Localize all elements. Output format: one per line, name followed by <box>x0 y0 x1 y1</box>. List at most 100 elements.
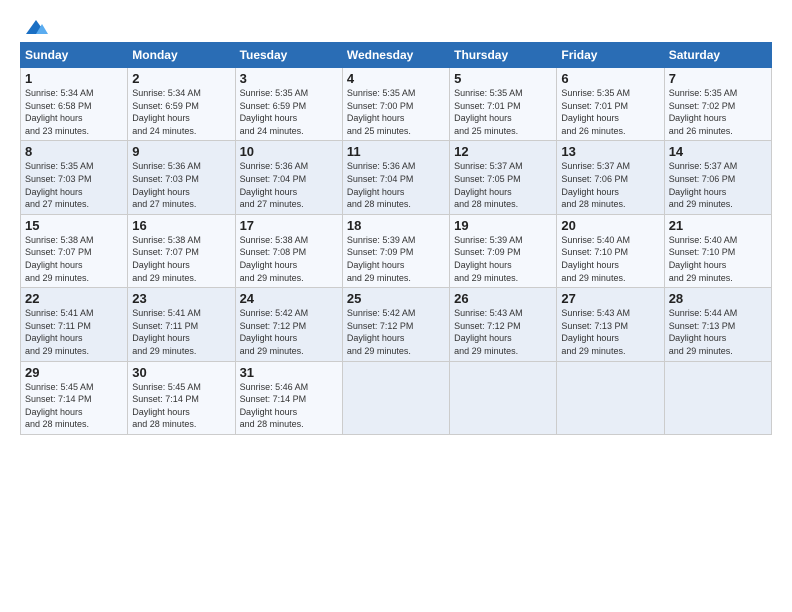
day-number: 11 <box>347 144 445 159</box>
logo-icon <box>22 16 50 38</box>
day-info: Sunrise: 5:43 AMSunset: 7:13 PMDaylight … <box>561 308 630 356</box>
day-info: Sunrise: 5:37 AMSunset: 7:05 PMDaylight … <box>454 161 523 209</box>
day-cell: 18 Sunrise: 5:39 AMSunset: 7:09 PMDaylig… <box>342 214 449 287</box>
day-number: 23 <box>132 291 230 306</box>
day-info: Sunrise: 5:35 AMSunset: 6:59 PMDaylight … <box>240 88 309 136</box>
page: SundayMondayTuesdayWednesdayThursdayFrid… <box>0 0 792 612</box>
day-cell: 11 Sunrise: 5:36 AMSunset: 7:04 PMDaylig… <box>342 141 449 214</box>
day-info: Sunrise: 5:41 AMSunset: 7:11 PMDaylight … <box>132 308 201 356</box>
day-cell: 3 Sunrise: 5:35 AMSunset: 6:59 PMDayligh… <box>235 68 342 141</box>
day-cell: 10 Sunrise: 5:36 AMSunset: 7:04 PMDaylig… <box>235 141 342 214</box>
day-info: Sunrise: 5:34 AMSunset: 6:59 PMDaylight … <box>132 88 201 136</box>
day-info: Sunrise: 5:39 AMSunset: 7:09 PMDaylight … <box>454 235 523 283</box>
day-info: Sunrise: 5:36 AMSunset: 7:04 PMDaylight … <box>347 161 416 209</box>
day-info: Sunrise: 5:44 AMSunset: 7:13 PMDaylight … <box>669 308 738 356</box>
day-cell: 16 Sunrise: 5:38 AMSunset: 7:07 PMDaylig… <box>128 214 235 287</box>
day-info: Sunrise: 5:42 AMSunset: 7:12 PMDaylight … <box>347 308 416 356</box>
header-cell-wednesday: Wednesday <box>342 43 449 68</box>
day-cell <box>450 361 557 434</box>
day-cell: 9 Sunrise: 5:36 AMSunset: 7:03 PMDayligh… <box>128 141 235 214</box>
header-cell-saturday: Saturday <box>664 43 771 68</box>
day-info: Sunrise: 5:45 AMSunset: 7:14 PMDaylight … <box>132 382 201 430</box>
day-info: Sunrise: 5:40 AMSunset: 7:10 PMDaylight … <box>561 235 630 283</box>
header-cell-thursday: Thursday <box>450 43 557 68</box>
day-info: Sunrise: 5:34 AMSunset: 6:58 PMDaylight … <box>25 88 94 136</box>
header-cell-tuesday: Tuesday <box>235 43 342 68</box>
day-cell: 26 Sunrise: 5:43 AMSunset: 7:12 PMDaylig… <box>450 288 557 361</box>
day-cell: 20 Sunrise: 5:40 AMSunset: 7:10 PMDaylig… <box>557 214 664 287</box>
day-number: 18 <box>347 218 445 233</box>
day-number: 15 <box>25 218 123 233</box>
day-info: Sunrise: 5:45 AMSunset: 7:14 PMDaylight … <box>25 382 94 430</box>
day-number: 9 <box>132 144 230 159</box>
day-number: 7 <box>669 71 767 86</box>
day-cell <box>557 361 664 434</box>
header-cell-friday: Friday <box>557 43 664 68</box>
logo <box>20 16 50 34</box>
day-number: 31 <box>240 365 338 380</box>
day-cell: 27 Sunrise: 5:43 AMSunset: 7:13 PMDaylig… <box>557 288 664 361</box>
day-cell: 28 Sunrise: 5:44 AMSunset: 7:13 PMDaylig… <box>664 288 771 361</box>
day-cell: 2 Sunrise: 5:34 AMSunset: 6:59 PMDayligh… <box>128 68 235 141</box>
day-number: 3 <box>240 71 338 86</box>
day-number: 16 <box>132 218 230 233</box>
day-info: Sunrise: 5:39 AMSunset: 7:09 PMDaylight … <box>347 235 416 283</box>
day-info: Sunrise: 5:40 AMSunset: 7:10 PMDaylight … <box>669 235 738 283</box>
day-number: 24 <box>240 291 338 306</box>
day-cell: 7 Sunrise: 5:35 AMSunset: 7:02 PMDayligh… <box>664 68 771 141</box>
day-cell: 15 Sunrise: 5:38 AMSunset: 7:07 PMDaylig… <box>21 214 128 287</box>
day-number: 1 <box>25 71 123 86</box>
day-cell: 24 Sunrise: 5:42 AMSunset: 7:12 PMDaylig… <box>235 288 342 361</box>
day-number: 21 <box>669 218 767 233</box>
day-cell: 19 Sunrise: 5:39 AMSunset: 7:09 PMDaylig… <box>450 214 557 287</box>
day-number: 14 <box>669 144 767 159</box>
day-number: 2 <box>132 71 230 86</box>
day-info: Sunrise: 5:38 AMSunset: 7:08 PMDaylight … <box>240 235 309 283</box>
week-row-5: 29 Sunrise: 5:45 AMSunset: 7:14 PMDaylig… <box>21 361 772 434</box>
day-cell: 23 Sunrise: 5:41 AMSunset: 7:11 PMDaylig… <box>128 288 235 361</box>
day-cell: 1 Sunrise: 5:34 AMSunset: 6:58 PMDayligh… <box>21 68 128 141</box>
day-number: 19 <box>454 218 552 233</box>
day-info: Sunrise: 5:35 AMSunset: 7:02 PMDaylight … <box>669 88 738 136</box>
day-number: 17 <box>240 218 338 233</box>
day-cell: 8 Sunrise: 5:35 AMSunset: 7:03 PMDayligh… <box>21 141 128 214</box>
day-number: 27 <box>561 291 659 306</box>
day-number: 12 <box>454 144 552 159</box>
day-info: Sunrise: 5:43 AMSunset: 7:12 PMDaylight … <box>454 308 523 356</box>
day-cell: 17 Sunrise: 5:38 AMSunset: 7:08 PMDaylig… <box>235 214 342 287</box>
day-number: 25 <box>347 291 445 306</box>
week-row-2: 8 Sunrise: 5:35 AMSunset: 7:03 PMDayligh… <box>21 141 772 214</box>
day-cell: 4 Sunrise: 5:35 AMSunset: 7:00 PMDayligh… <box>342 68 449 141</box>
day-info: Sunrise: 5:41 AMSunset: 7:11 PMDaylight … <box>25 308 94 356</box>
day-info: Sunrise: 5:38 AMSunset: 7:07 PMDaylight … <box>25 235 94 283</box>
day-info: Sunrise: 5:37 AMSunset: 7:06 PMDaylight … <box>669 161 738 209</box>
day-number: 22 <box>25 291 123 306</box>
day-cell: 13 Sunrise: 5:37 AMSunset: 7:06 PMDaylig… <box>557 141 664 214</box>
day-number: 13 <box>561 144 659 159</box>
day-info: Sunrise: 5:46 AMSunset: 7:14 PMDaylight … <box>240 382 309 430</box>
day-number: 5 <box>454 71 552 86</box>
calendar-table: SundayMondayTuesdayWednesdayThursdayFrid… <box>20 42 772 435</box>
week-row-3: 15 Sunrise: 5:38 AMSunset: 7:07 PMDaylig… <box>21 214 772 287</box>
day-info: Sunrise: 5:42 AMSunset: 7:12 PMDaylight … <box>240 308 309 356</box>
header-cell-sunday: Sunday <box>21 43 128 68</box>
header-cell-monday: Monday <box>128 43 235 68</box>
day-info: Sunrise: 5:37 AMSunset: 7:06 PMDaylight … <box>561 161 630 209</box>
day-info: Sunrise: 5:35 AMSunset: 7:03 PMDaylight … <box>25 161 94 209</box>
day-cell: 25 Sunrise: 5:42 AMSunset: 7:12 PMDaylig… <box>342 288 449 361</box>
day-info: Sunrise: 5:36 AMSunset: 7:04 PMDaylight … <box>240 161 309 209</box>
day-number: 4 <box>347 71 445 86</box>
header <box>20 16 772 34</box>
header-row: SundayMondayTuesdayWednesdayThursdayFrid… <box>21 43 772 68</box>
day-cell: 30 Sunrise: 5:45 AMSunset: 7:14 PMDaylig… <box>128 361 235 434</box>
day-number: 8 <box>25 144 123 159</box>
day-cell: 21 Sunrise: 5:40 AMSunset: 7:10 PMDaylig… <box>664 214 771 287</box>
day-info: Sunrise: 5:35 AMSunset: 7:01 PMDaylight … <box>454 88 523 136</box>
day-number: 10 <box>240 144 338 159</box>
day-info: Sunrise: 5:38 AMSunset: 7:07 PMDaylight … <box>132 235 201 283</box>
day-cell: 29 Sunrise: 5:45 AMSunset: 7:14 PMDaylig… <box>21 361 128 434</box>
day-cell: 22 Sunrise: 5:41 AMSunset: 7:11 PMDaylig… <box>21 288 128 361</box>
day-cell: 5 Sunrise: 5:35 AMSunset: 7:01 PMDayligh… <box>450 68 557 141</box>
day-number: 26 <box>454 291 552 306</box>
day-info: Sunrise: 5:36 AMSunset: 7:03 PMDaylight … <box>132 161 201 209</box>
